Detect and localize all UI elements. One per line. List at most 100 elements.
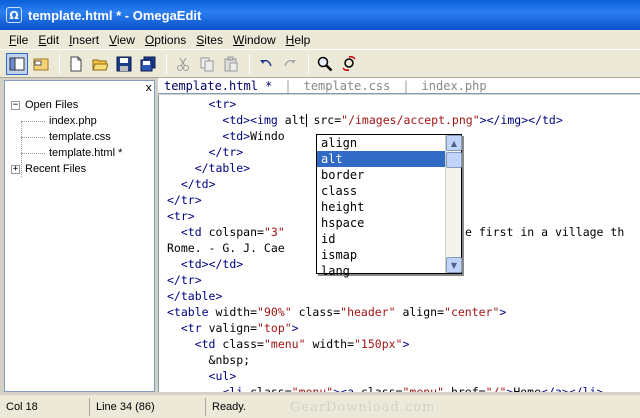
paste-button[interactable] <box>220 53 242 75</box>
watermark: GearDownload.com <box>290 400 436 415</box>
tab-template-html[interactable]: template.html * <box>164 79 272 93</box>
code-line: <tr valign="top"> <box>180 321 299 335</box>
save-button[interactable] <box>113 53 135 75</box>
code-line: <tr> <box>208 97 237 111</box>
scroll-down-icon[interactable]: ▼ <box>446 257 462 273</box>
recent-files-label: Recent Files <box>25 163 87 175</box>
code-line: <td><img alt src="/images/accept.png"></… <box>222 113 563 127</box>
status-line: Line 34 (86) <box>90 397 206 416</box>
open-file-icon <box>92 59 108 70</box>
autocomplete-item[interactable]: ismap <box>317 247 445 263</box>
menu-window[interactable]: Window <box>228 33 281 47</box>
tree-file-item[interactable]: template.css <box>11 129 122 145</box>
scroll-thumb[interactable] <box>446 152 462 168</box>
file-tree: − Open Files index.php template.css temp… <box>11 97 122 177</box>
new-file-icon <box>70 56 82 71</box>
collapse-icon[interactable]: − <box>11 100 20 110</box>
autocomplete-item[interactable]: align <box>317 135 445 151</box>
panel-close-button[interactable]: x <box>145 81 152 94</box>
tab-separator: | <box>284 78 292 93</box>
open-file-button[interactable] <box>89 53 111 75</box>
menu-bar: File Edit Insert View Options Sites Window Help <box>0 30 640 49</box>
cut-button[interactable] <box>172 53 194 75</box>
folder-panel-icon <box>33 58 49 70</box>
panel-toggle-icon <box>9 57 25 70</box>
new-file-button[interactable] <box>65 53 87 75</box>
code-line: <ul> <box>208 369 237 383</box>
menu-view[interactable]: View <box>104 33 140 47</box>
file-name: template.html * <box>49 147 123 159</box>
menu-file[interactable]: File <box>4 33 33 47</box>
code-line-fragment: e first in a village th <box>465 225 625 239</box>
copy-button[interactable] <box>196 53 218 75</box>
tree-file-item[interactable]: template.html * <box>11 145 122 161</box>
menu-edit[interactable]: Edit <box>33 33 64 47</box>
editor-tab-bar: template.html * | template.css | index.p… <box>158 78 640 94</box>
autocomplete-item[interactable]: hspace <box>317 215 445 231</box>
file-name: index.php <box>49 115 97 127</box>
code-line: <li class="menu"><a class="menu" href="/… <box>222 385 604 392</box>
replace-button[interactable] <box>338 53 360 75</box>
toolbar-separator <box>249 53 250 74</box>
autocomplete-item[interactable]: class <box>317 183 445 199</box>
file-browser-panel: x − Open Files index.php template.css te… <box>4 80 155 392</box>
replace-icon <box>342 55 356 71</box>
panel-toggle-button[interactable] <box>6 52 28 75</box>
expand-icon[interactable]: + <box>11 164 20 174</box>
code-line: </table> <box>194 161 251 175</box>
toolbar-separator <box>308 53 309 74</box>
folder-panel-button[interactable] <box>30 53 52 75</box>
autocomplete-scrollbar[interactable]: ▲ ▼ <box>445 135 462 273</box>
recent-files-node[interactable]: + Recent Files <box>11 161 122 177</box>
save-icon <box>116 56 132 71</box>
autocomplete-item[interactable]: alt <box>317 151 445 167</box>
tab-template-css[interactable]: template.css <box>304 79 391 93</box>
window-title: template.html * - OmegaEdit <box>28 7 202 23</box>
open-files-label: Open Files <box>25 99 79 111</box>
cut-icon <box>177 57 189 71</box>
toolbar-separator <box>59 53 60 74</box>
find-icon <box>317 56 333 71</box>
scroll-up-icon[interactable]: ▲ <box>446 135 462 151</box>
menu-options[interactable]: Options <box>140 33 191 47</box>
tab-index-php[interactable]: index.php <box>422 79 487 93</box>
autocomplete-item[interactable]: lang <box>317 263 445 279</box>
toolbar <box>0 49 640 78</box>
autocomplete-popup[interactable]: align alt border class height hspace id ismap la… <box>316 134 462 278</box>
code-line: &nbsp; <box>167 353 251 367</box>
code-line: <td></td> <box>180 257 244 271</box>
menu-help[interactable]: Help <box>281 33 316 47</box>
code-line: <table width="90%" class="header" align=… <box>167 305 507 319</box>
undo-icon <box>260 59 272 66</box>
autocomplete-item[interactable]: height <box>317 199 445 215</box>
tab-separator: | <box>402 78 410 93</box>
tree-file-item[interactable]: index.php <box>11 113 122 129</box>
undo-button[interactable] <box>255 53 277 75</box>
save-all-icon <box>140 56 156 71</box>
code-line: <tr> <box>167 209 195 223</box>
title-bar: Ω template.html * - OmegaEdit <box>0 0 640 30</box>
redo-button[interactable] <box>279 53 301 75</box>
status-column: Col 18 <box>0 397 90 416</box>
code-line: </td> <box>180 177 216 191</box>
autocomplete-list: align alt border class height hspace id ismap la… <box>317 135 445 279</box>
find-button[interactable] <box>314 53 336 75</box>
toolbar-separator <box>166 53 167 74</box>
copy-icon <box>200 57 214 71</box>
code-line: <td>Windo <box>222 129 285 143</box>
menu-insert[interactable]: Insert <box>64 33 104 47</box>
open-files-node[interactable]: − Open Files <box>11 97 122 113</box>
menu-sites[interactable]: Sites <box>191 33 228 47</box>
redo-icon <box>284 59 296 66</box>
autocomplete-item[interactable]: id <box>317 231 445 247</box>
paste-icon <box>224 56 238 71</box>
file-name: template.css <box>49 131 111 143</box>
code-line: <td colspan="3" <box>180 225 285 239</box>
code-line: </tr> <box>208 145 244 159</box>
save-all-button[interactable] <box>137 53 159 75</box>
code-line: </table> <box>167 289 223 303</box>
autocomplete-item[interactable]: border <box>317 167 445 183</box>
code-line: </tr> <box>167 273 202 287</box>
code-line: <td class="menu" width="150px"> <box>194 337 410 351</box>
omegaedit-app-icon[interactable]: Ω <box>6 7 22 23</box>
